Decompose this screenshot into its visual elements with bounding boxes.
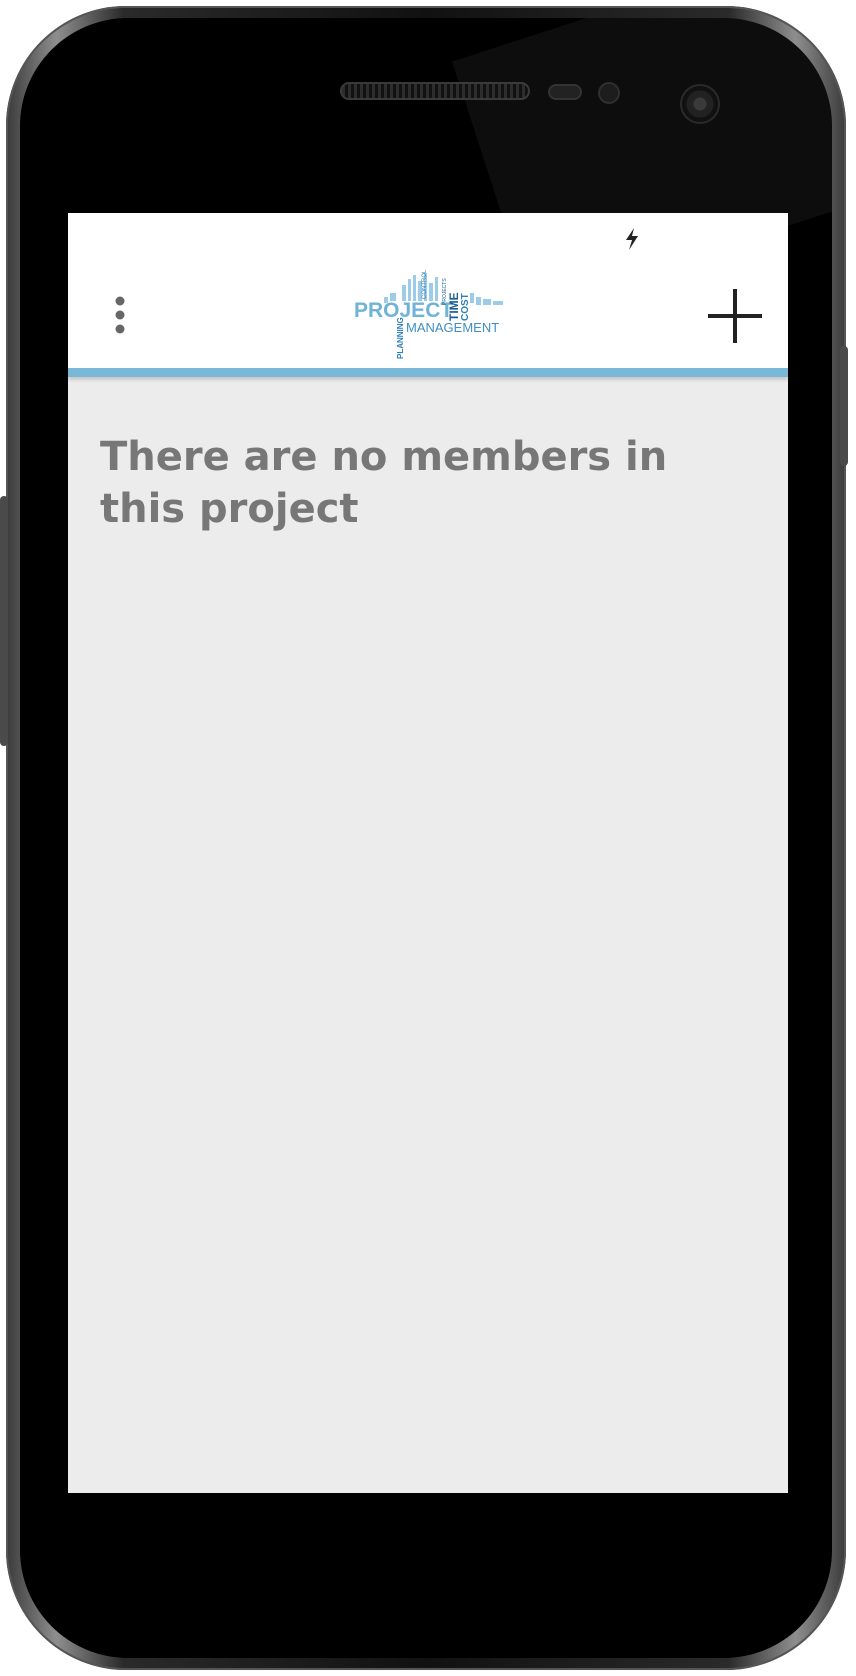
logo-tag-planning: PLANNING <box>396 317 405 359</box>
light-sensor <box>598 82 620 104</box>
proximity-sensor <box>548 84 582 100</box>
logo-secondary-text: MANAGEMENT <box>406 320 499 335</box>
empty-members-message: There are no members in this project <box>100 434 668 532</box>
status-bar <box>68 213 788 263</box>
add-member-button[interactable] <box>702 283 768 349</box>
volume-button <box>0 496 8 746</box>
app-bar: PROJECT MANAGEMENT TIME COST PLANNING CO… <box>68 263 788 377</box>
logo-tag-projects: PROJECTS <box>442 278 448 305</box>
logo-tag-cost: COST <box>460 293 471 321</box>
app-screen: PROJECT MANAGEMENT TIME COST PLANNING CO… <box>68 213 788 1493</box>
plus-icon <box>708 289 762 343</box>
logo-tag-control: CONTROL <box>422 269 428 299</box>
front-camera <box>680 84 720 124</box>
overflow-menu-icon <box>115 296 125 334</box>
overflow-menu-button[interactable] <box>98 287 146 343</box>
earpiece-speaker <box>340 82 530 100</box>
power-button <box>840 346 848 466</box>
project-management-logo: PROJECT MANAGEMENT TIME COST PLANNING CO… <box>354 269 503 359</box>
logo-tag-time: TIME <box>447 292 461 321</box>
charging-bolt-icon <box>626 228 638 250</box>
